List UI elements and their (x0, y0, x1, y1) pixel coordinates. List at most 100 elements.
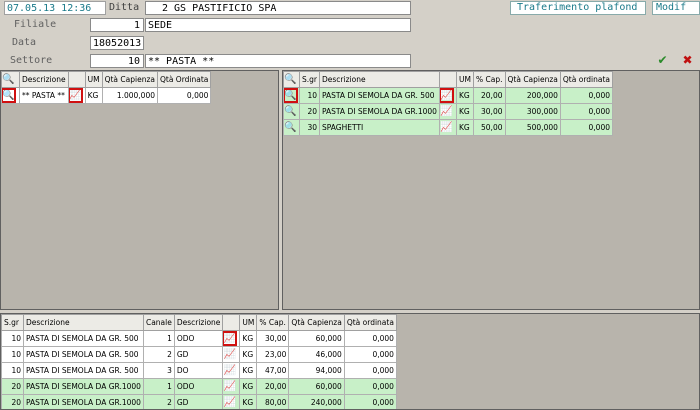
cell-canale: 3 (142, 362, 175, 379)
table-row[interactable]: 10 PASTA DI SEMOLA DA GR. 500 2 GD 📈 KG … (1, 346, 397, 363)
cell-descr: PASTA DI SEMOLA DA GR.1000 (319, 103, 440, 120)
table-row[interactable]: 🔍 ** PASTA ** 📈 KG 1.000,000 0,000 (1, 87, 212, 104)
cell-cap: 60,000 (288, 330, 345, 347)
cell-canale: 2 (142, 346, 175, 363)
settore-code-field[interactable]: 10 (90, 54, 144, 68)
chart-icon[interactable]: 📈 (222, 394, 241, 409)
col-descrizione[interactable]: Descrizione (23, 314, 144, 331)
cell-descr: PASTA DI SEMOLA DA GR.1000 (23, 378, 144, 395)
cell-cap: 1.000,000 (101, 87, 158, 104)
cell-um: KG (84, 87, 103, 104)
chart-icon[interactable]: 📈 (222, 346, 241, 363)
cell-pct: 30,00 (473, 103, 506, 120)
table-row[interactable]: 🔍 20 PASTA DI SEMOLA DA GR.1000 📈 KG 30,… (283, 103, 614, 120)
col-qta-capienza[interactable]: Qtà Capienza (504, 71, 561, 88)
chart-icon[interactable]: 📈 (439, 103, 457, 120)
cell-pct: 50,00 (473, 119, 506, 136)
table-row[interactable]: 10 PASTA DI SEMOLA DA GR. 500 1 ODO 📈 KG… (1, 330, 397, 347)
col-sgr[interactable]: S.gr (1, 314, 24, 331)
chart-icon[interactable]: 📈 (222, 362, 241, 379)
col-qta-capienza[interactable]: Qtà Capienza (288, 314, 345, 331)
cell-pct: 30,00 (256, 330, 290, 347)
col-qta-capienza[interactable]: Qtà Capienza (101, 71, 158, 88)
cell-descr: SPAGHETTI (319, 119, 440, 136)
cell-ord: 0,000 (559, 87, 614, 104)
modify-button[interactable]: Modif (652, 1, 700, 15)
cell-sgr: 10 (299, 87, 320, 104)
col-canale[interactable]: Canale (142, 314, 175, 331)
cell-cap: 46,000 (288, 346, 345, 363)
cell-um: KG (456, 87, 474, 104)
right-panel: 🔍 S.gr Descrizione UM % Cap. Qtà Capienz… (282, 70, 700, 310)
cell-um: KG (456, 103, 474, 120)
cell-pct: 20,00 (473, 87, 506, 104)
table-row[interactable]: 🔍 10 PASTA DI SEMOLA DA GR. 500 📈 KG 20,… (283, 87, 614, 104)
cell-cdescr: GD (173, 394, 224, 409)
cell-canale: 1 (142, 330, 175, 347)
chart-icon[interactable]: 📈 (439, 87, 457, 104)
cell-um: KG (456, 119, 474, 136)
search-row-icon[interactable]: 🔍 (1, 87, 20, 104)
col-qta-ordinata[interactable]: Qtà ordinata (343, 314, 397, 331)
col-descrizione[interactable]: Descrizione (19, 71, 69, 88)
chart-icon[interactable]: 📈 (222, 378, 241, 395)
cell-descr: ** PASTA ** (19, 87, 69, 104)
settore-name-field: ** PASTA ** (145, 54, 411, 68)
cell-ord: 0,000 (559, 103, 614, 120)
cell-pct: 80,00 (256, 394, 290, 409)
cell-descr: PASTA DI SEMOLA DA GR. 500 (23, 362, 144, 379)
cell-um: KG (239, 346, 258, 363)
cell-cap: 94,000 (288, 362, 345, 379)
table-row[interactable]: 10 PASTA DI SEMOLA DA GR. 500 3 DO 📈 KG … (1, 362, 397, 379)
search-header-icon[interactable]: 🔍 (1, 71, 20, 88)
date-field[interactable]: 18052013 (90, 36, 144, 50)
left-panel: 🔍 Descrizione UM Qtà Capienza Qtà Ordina… (0, 70, 279, 310)
cell-sgr: 20 (1, 378, 24, 395)
cell-cdescr: DO (173, 362, 224, 379)
x-icon[interactable]: ✖ (680, 53, 695, 68)
filiale-code-field[interactable]: 1 (90, 18, 144, 32)
check-icon[interactable]: ✔ (655, 53, 670, 68)
col-um[interactable]: UM (456, 71, 474, 88)
col-qta-ordinata[interactable]: Qtà Ordinata (156, 71, 212, 88)
chart-icon[interactable]: 📈 (222, 330, 241, 347)
cell-cap: 200,000 (504, 87, 561, 104)
col-sgr[interactable]: S.gr (299, 71, 320, 88)
cell-sgr: 10 (1, 330, 24, 347)
chart-icon[interactable]: 📈 (67, 87, 86, 104)
col-blank (222, 314, 241, 331)
cell-cdescr: ODO (173, 330, 224, 347)
table-row[interactable]: 20 PASTA DI SEMOLA DA GR.1000 2 GD 📈 KG … (1, 394, 397, 409)
col-canale-descrizione[interactable]: Descrizione (173, 314, 224, 331)
ditta-field[interactable]: 2 GS PASTIFICIO SPA (145, 1, 411, 15)
transfer-plafond-button[interactable]: Traferimento plafond (510, 1, 646, 15)
cell-ord: 0,000 (559, 119, 614, 136)
chart-icon[interactable]: 📈 (439, 119, 457, 136)
cell-cap: 500,000 (504, 119, 561, 136)
cell-cap: 300,000 (504, 103, 561, 120)
cell-ord: 0,000 (156, 87, 212, 104)
col-pct-cap[interactable]: % Cap. (473, 71, 506, 88)
search-row-icon[interactable]: 🔍 (283, 87, 300, 104)
search-row-icon[interactable]: 🔍 (283, 119, 300, 136)
cell-ord: 0,000 (343, 330, 397, 347)
col-um[interactable]: UM (239, 314, 258, 331)
table-row[interactable]: 🔍 30 SPAGHETTI 📈 KG 50,00 500,000 0,000 (283, 119, 614, 136)
right-grid: 🔍 S.gr Descrizione UM % Cap. Qtà Capienz… (283, 71, 614, 136)
cell-um: KG (239, 378, 258, 395)
col-qta-ordinata[interactable]: Qtà ordinata (559, 71, 614, 88)
table-row[interactable]: 20 PASTA DI SEMOLA DA GR.1000 1 ODO 📈 KG… (1, 378, 397, 395)
col-blank (67, 71, 86, 88)
search-header-icon[interactable]: 🔍 (283, 71, 300, 88)
col-descrizione[interactable]: Descrizione (319, 71, 440, 88)
col-pct-cap[interactable]: % Cap. (256, 314, 290, 331)
cell-um: KG (239, 394, 258, 409)
cell-sgr: 10 (1, 362, 24, 379)
cell-pct: 23,00 (256, 346, 290, 363)
col-um[interactable]: UM (84, 71, 103, 88)
cell-ord: 0,000 (343, 394, 397, 409)
data-label: Data (12, 37, 37, 48)
search-row-icon[interactable]: 🔍 (283, 103, 300, 120)
cell-cap: 240,000 (288, 394, 345, 409)
settore-label: Settore (10, 55, 53, 66)
